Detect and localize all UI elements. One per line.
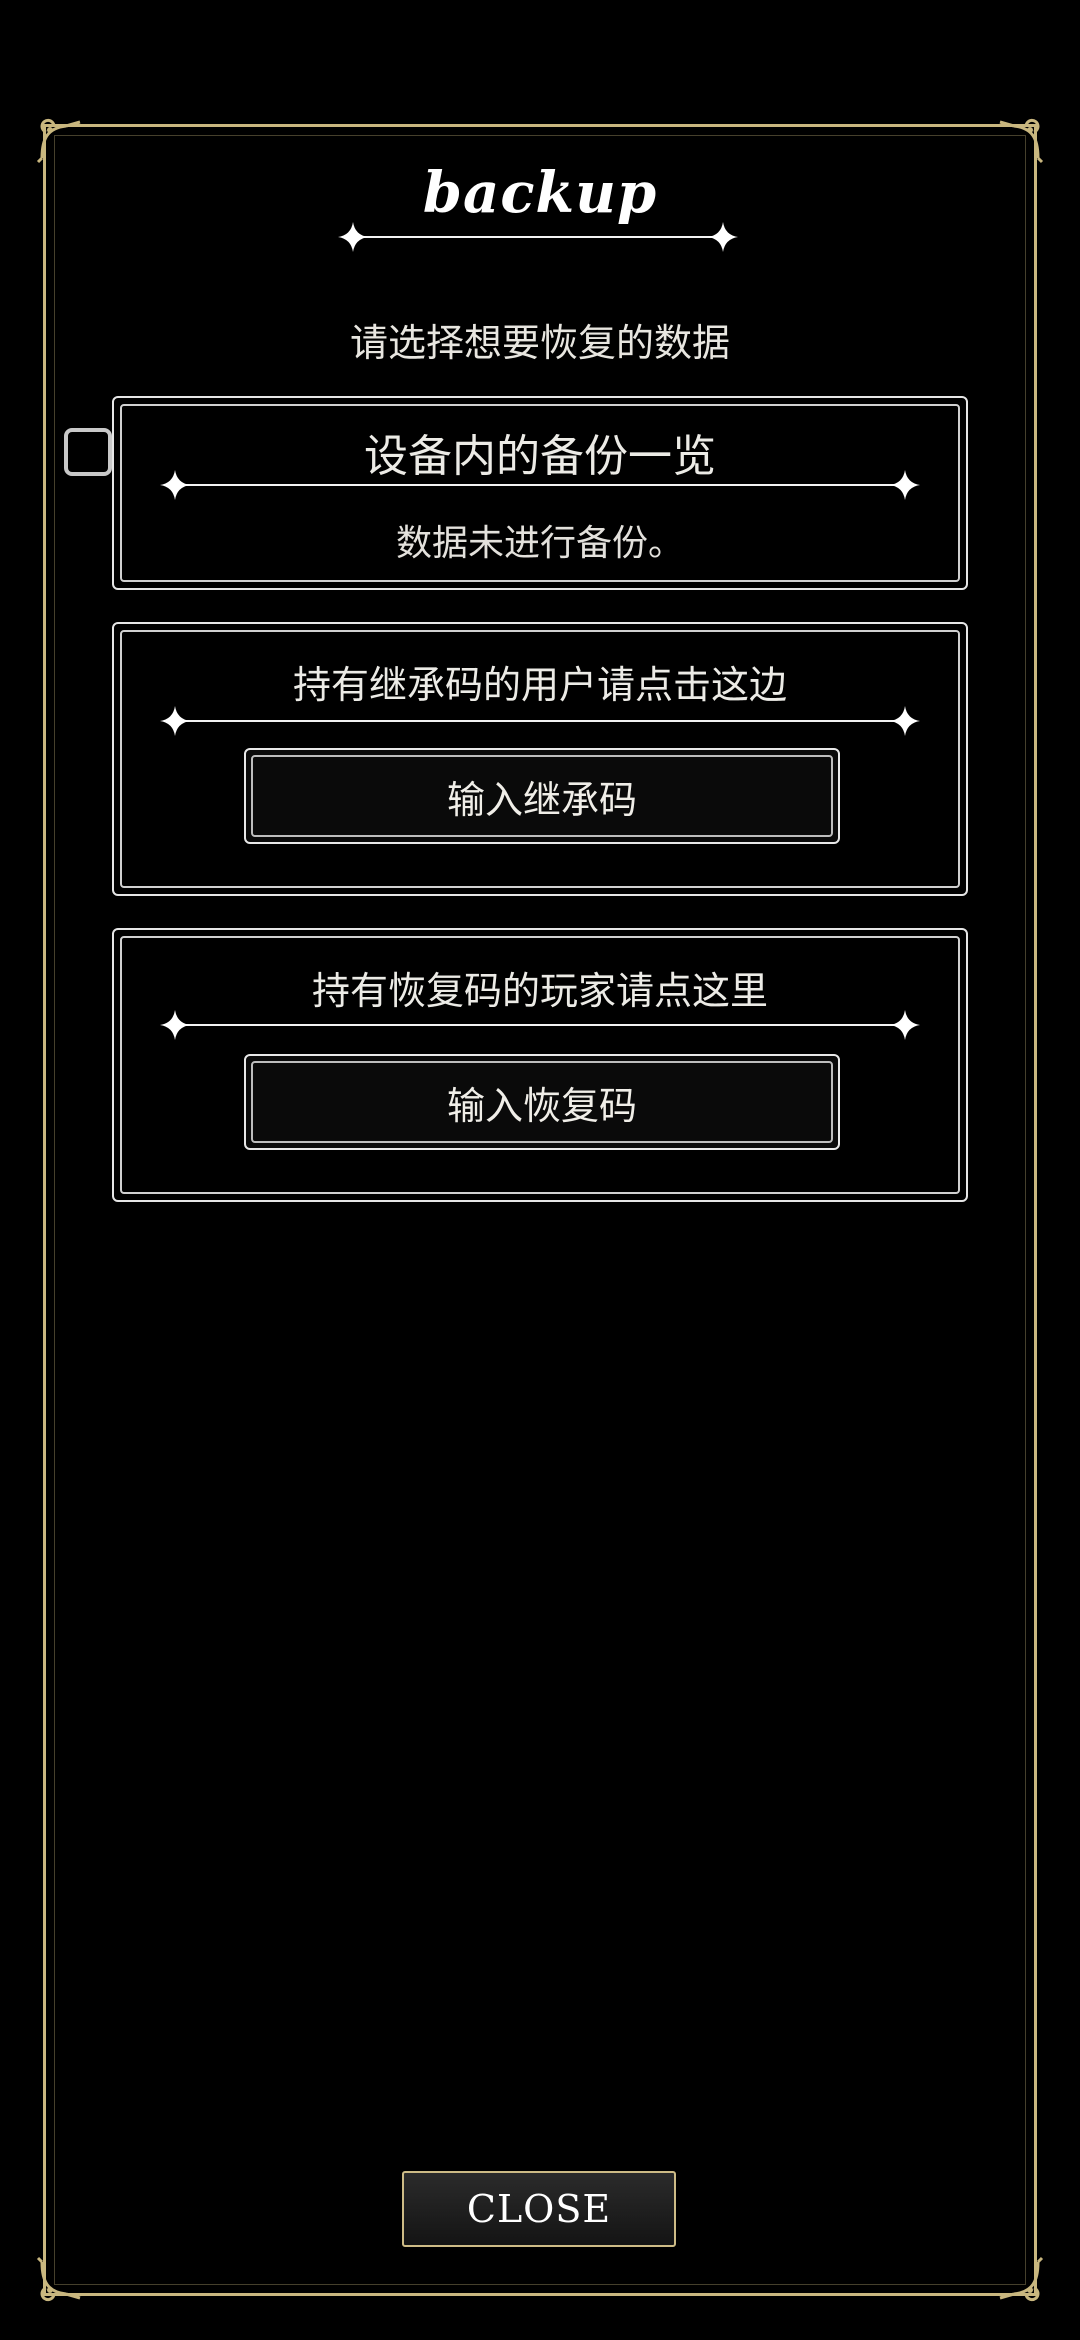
inherit-code-panel: 持有继承码的用户请点击这边 输入继承码 [112,622,968,896]
close-button[interactable]: CLOSE [402,2171,676,2247]
sparkle-icon [160,470,190,500]
enter-inherit-code-label: 输入继承码 [446,777,637,822]
panel-divider [160,1010,920,1040]
corner-ornament-icon [998,118,1044,164]
device-backup-panel[interactable]: 设备内的备份一览 数据未进行备份。 [112,396,968,590]
sparkle-icon [708,222,738,252]
title-divider [338,222,738,252]
enter-inherit-code-button[interactable]: 输入继承码 [244,748,840,844]
sparkle-icon [160,706,190,736]
sparkle-icon [890,706,920,736]
recovery-code-prompt: 持有恢复码的玩家请点这里 [311,969,768,1013]
dialog-subtitle: 请选择想要恢复的数据 [349,321,730,365]
backup-status-text: 数据未进行备份。 [395,523,684,564]
close-button-label: CLOSE [466,2187,612,2231]
sparkle-icon [160,1010,190,1040]
sparkle-icon [890,1010,920,1040]
panel-divider [160,706,920,736]
enter-recovery-code-label: 输入恢复码 [446,1083,637,1128]
enter-recovery-code-button[interactable]: 输入恢复码 [244,1054,840,1150]
corner-ornament-icon [36,118,82,164]
panel-divider [160,470,920,500]
sparkle-icon [338,222,368,252]
sparkle-icon [890,470,920,500]
recovery-code-panel: 持有恢复码的玩家请点这里 输入恢复码 [112,928,968,1202]
overlay-checkbox[interactable] [64,428,112,476]
dialog-title: backup [422,160,658,226]
corner-ornament-icon [36,2256,82,2302]
inherit-code-prompt: 持有继承码的用户请点击这边 [292,663,787,707]
corner-ornament-icon [998,2256,1044,2302]
